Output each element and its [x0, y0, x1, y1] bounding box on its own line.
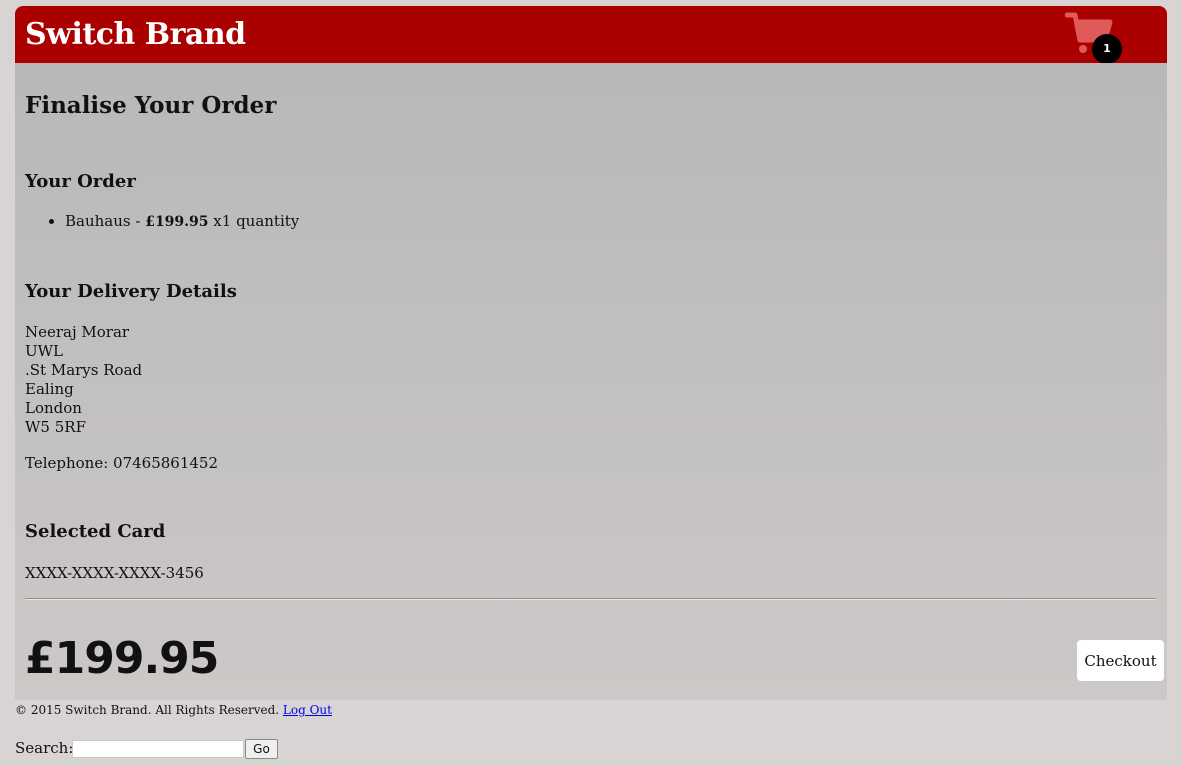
order-item: Bauhaus - £199.95 x1 quantity	[65, 211, 299, 232]
address-line-area: Ealing	[25, 380, 74, 398]
search-input[interactable]	[72, 740, 244, 758]
order-heading: Your Order	[25, 171, 136, 192]
address-line-postcode: W5 5RF	[25, 418, 86, 436]
order-item-price: £199.95	[145, 214, 209, 230]
order-item-quantity: x1 quantity	[208, 212, 300, 230]
cart-count-badge: 1	[1092, 34, 1122, 64]
telephone-text: Telephone: 07465861452	[25, 454, 219, 472]
address-line-city: London	[25, 399, 82, 417]
search-label: Search:	[15, 739, 74, 757]
page-title: Finalise Your Order	[25, 92, 277, 119]
site-header: Switch Brand 1	[15, 6, 1167, 64]
checkout-panel: Finalise Your Order Your Order Bauhaus -…	[15, 63, 1167, 700]
delivery-address: Neeraj Morar UWL .St Marys Road Ealing L…	[25, 323, 142, 437]
search-go-button[interactable]: Go	[245, 739, 278, 759]
order-item-name: Bauhaus	[65, 212, 131, 230]
delivery-heading: Your Delivery Details	[25, 281, 237, 302]
order-list: Bauhaus - £199.95 x1 quantity	[25, 211, 299, 232]
card-heading: Selected Card	[25, 521, 166, 542]
brand-logo[interactable]: Switch Brand	[25, 16, 246, 54]
logout-link[interactable]: Log Out	[283, 703, 332, 717]
divider	[25, 598, 1156, 600]
order-total: £199.95	[25, 633, 219, 684]
address-line-organisation: UWL	[25, 342, 64, 360]
card-number: XXXX-XXXX-XXXX-3456	[25, 564, 204, 582]
footer: © 2015 Switch Brand. All Rights Reserved…	[15, 702, 332, 718]
cart-button[interactable]: 1	[1065, 12, 1127, 64]
order-item-separator: -	[130, 212, 146, 230]
address-line-name: Neeraj Morar	[25, 323, 130, 341]
search-form: Search: Go	[15, 738, 278, 759]
checkout-button[interactable]: Checkout	[1077, 640, 1164, 681]
address-line-street: .St Marys Road	[25, 361, 143, 379]
copyright-text: © 2015 Switch Brand. All Rights Reserved…	[15, 703, 280, 717]
